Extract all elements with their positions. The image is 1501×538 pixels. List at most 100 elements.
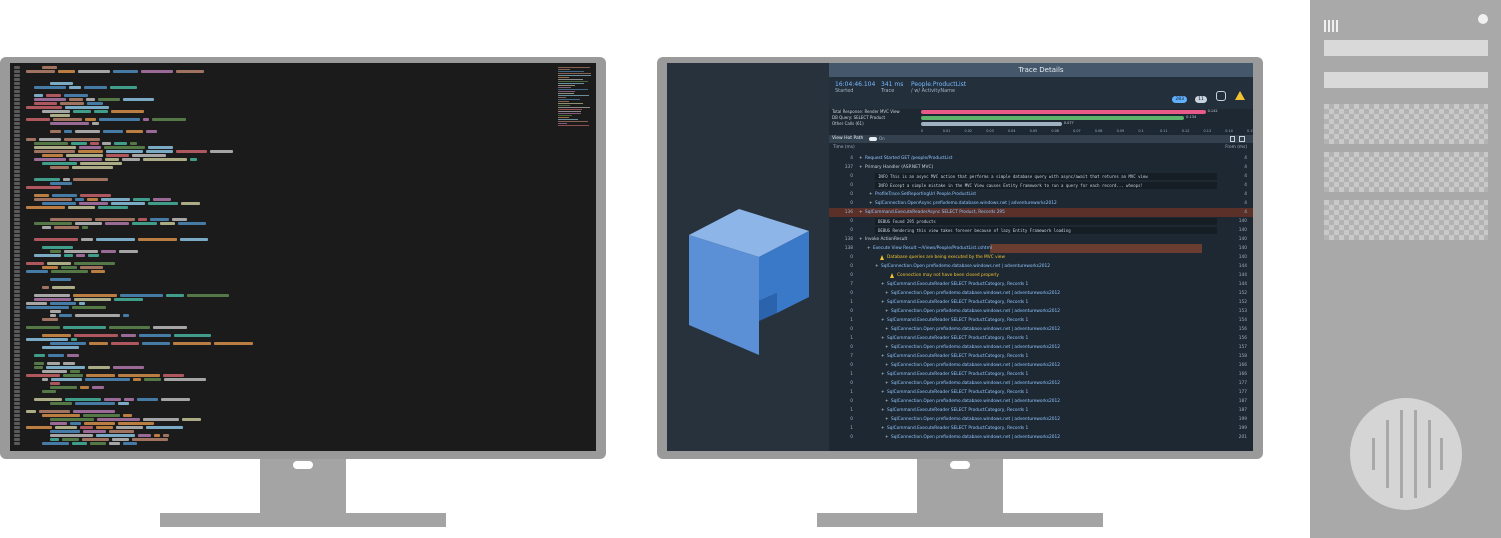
trace-row[interactable]: 1 + SqlCommand.ExecuteReader SELECT Produc…: [829, 388, 1253, 397]
trace-row[interactable]: 1 + SqlCommand.ExecuteReader SELECT Produc…: [829, 334, 1253, 343]
expand-toggle-icon[interactable]: +: [885, 289, 889, 298]
code-editor[interactable]: [14, 66, 554, 448]
minimap-line: [558, 119, 578, 120]
code-line: [14, 198, 554, 201]
trace-row[interactable]: 0 Database queries are being executed by …: [829, 253, 1253, 262]
trace-name[interactable]: People.ProductList: [911, 81, 966, 88]
trace-row[interactable]: 0 Connection may not have been closed pro…: [829, 271, 1253, 280]
expand-toggle-icon[interactable]: +: [867, 244, 871, 253]
trace-row[interactable]: 0 + SqlConnection.Open prefixdemo.database…: [829, 262, 1253, 271]
trace-row-time: 0: [850, 291, 853, 296]
expand-toggle-icon[interactable]: +: [881, 406, 885, 415]
trace-row[interactable]: 0 + SqlConnection.Open prefixdemo.database…: [829, 343, 1253, 352]
expand-toggle-icon[interactable]: +: [885, 379, 889, 388]
expand-icon[interactable]: [1239, 136, 1245, 142]
summary-series-value: 0.142: [1207, 109, 1218, 113]
expand-toggle-icon[interactable]: +: [875, 262, 879, 271]
trace-row[interactable]: 1 + SqlCommand.ExecuteReader SELECT Produc…: [829, 298, 1253, 307]
copy-icon[interactable]: [1230, 136, 1235, 142]
expand-toggle-icon[interactable]: +: [869, 190, 873, 199]
minimap-line: [558, 71, 584, 72]
trace-row-time: 0: [850, 255, 853, 260]
drive-bay-1: [1324, 40, 1488, 56]
trace-row[interactable]: 138 + Invoke ActionResult 140: [829, 235, 1253, 244]
summary-series-row[interactable]: Other Calls (61) 0.077: [829, 121, 1253, 127]
trace-row[interactable]: 136 + SqlCommand.ExecuteReaderAsync SELECT…: [829, 208, 1253, 217]
tower-power-button[interactable]: [1478, 14, 1488, 24]
axis-tick-label: 0.01: [942, 129, 951, 133]
summary-chart: Total Response: Render MVC View 0.142 DB Q…: [829, 109, 1253, 135]
minimap-line: [558, 113, 581, 114]
requests-badge[interactable]: 283: [1172, 96, 1187, 103]
expand-toggle-icon[interactable]: +: [885, 361, 889, 370]
trace-row-time: 0: [850, 192, 853, 197]
expand-toggle-icon[interactable]: +: [859, 154, 863, 163]
hot-path-toggle[interactable]: [869, 137, 877, 141]
expand-toggle-icon[interactable]: +: [881, 298, 885, 307]
expand-toggle-icon[interactable]: +: [881, 352, 885, 361]
left-monitor-power-led: [293, 461, 313, 469]
trace-row-offset: 4: [1244, 174, 1247, 179]
expand-toggle-icon[interactable]: +: [885, 325, 889, 334]
trace-row[interactable]: 1 + SqlCommand.ExecuteReader SELECT Produc…: [829, 406, 1253, 415]
trace-row-text: SqlConnection.Open prefixdemo.database.w…: [891, 309, 1060, 314]
trace-row[interactable]: 0 DEBUG Found 295 products 140: [829, 217, 1253, 226]
expand-toggle-icon[interactable]: +: [885, 343, 889, 352]
trace-row[interactable]: 0 DEBUG Rendering this view takes forever…: [829, 226, 1253, 235]
code-line: [14, 190, 554, 193]
trace-row[interactable]: 0 + SqlConnection.Open prefixdemo.database…: [829, 415, 1253, 424]
expand-toggle-icon[interactable]: +: [881, 370, 885, 379]
expand-toggle-icon[interactable]: +: [881, 334, 885, 343]
right-monitor: Trace Details 16:04:46.104 Started 341 m…: [657, 57, 1263, 459]
minimap-line: [558, 81, 588, 82]
trace-row-offset: 4: [1244, 165, 1247, 170]
trace-row[interactable]: 0 + SqlConnection.Open prefixdemo.database…: [829, 289, 1253, 298]
code-line: [14, 254, 554, 257]
expand-toggle-icon[interactable]: +: [859, 235, 863, 244]
trace-row[interactable]: 1 + SqlCommand.ExecuteReader SELECT Produc…: [829, 424, 1253, 433]
expand-toggle-icon[interactable]: +: [869, 199, 873, 208]
expand-toggle-icon[interactable]: +: [885, 415, 889, 424]
expand-toggle-icon[interactable]: +: [881, 316, 885, 325]
trace-row[interactable]: 7 + SqlCommand.ExecuteReader SELECT Produc…: [829, 352, 1253, 361]
views-badge[interactable]: 11: [1195, 96, 1207, 103]
trace-row[interactable]: 0 + SqlConnection.OpenAsync prefixdemo.dat…: [829, 199, 1253, 208]
trace-row[interactable]: 0 + SqlConnection.Open prefixdemo.database…: [829, 361, 1253, 370]
trace-row[interactable]: 337 + Primary Handler (ASP.NET MVC) 4: [829, 163, 1253, 172]
trace-duration: 341 ms: [881, 81, 904, 88]
code-minimap[interactable]: [558, 67, 592, 127]
trace-row-time: 0: [850, 417, 853, 422]
trace-row[interactable]: 0 INFO Except a simple mistake in the MVC…: [829, 181, 1253, 190]
trace-row[interactable]: 0 + SqlConnection.Open prefixdemo.database…: [829, 397, 1253, 406]
trace-row-time: 1: [850, 426, 853, 431]
trace-row-text: Connection may not have been closed prop…: [897, 273, 999, 278]
trace-row[interactable]: 0 + SqlConnection.Open prefixdemo.database…: [829, 379, 1253, 388]
trace-row[interactable]: 0 + SqlConnection.Open prefixdemo.database…: [829, 307, 1253, 316]
code-line: [14, 130, 554, 133]
trace-row[interactable]: 0 + SqlConnection.Open prefixdemo.database…: [829, 433, 1253, 442]
trace-row[interactable]: 138 + Execute View Result ~/Views/People/P…: [829, 244, 1253, 253]
warning-icon[interactable]: [1235, 91, 1245, 100]
code-line: [14, 294, 554, 297]
trace-row[interactable]: 1 + SqlCommand.ExecuteReader SELECT Produc…: [829, 370, 1253, 379]
expand-toggle-icon[interactable]: +: [881, 280, 885, 289]
trace-row[interactable]: 7 + SqlCommand.ExecuteReader SELECT Produc…: [829, 280, 1253, 289]
left-monitor-base: [160, 513, 446, 527]
expand-toggle-icon[interactable]: +: [881, 388, 885, 397]
trace-row[interactable]: 0 + SqlConnection.Open prefixdemo.database…: [829, 325, 1253, 334]
expand-toggle-icon[interactable]: +: [881, 424, 885, 433]
trace-row[interactable]: 0 + ProfileTrace.SetReportingUrl People.Pr…: [829, 190, 1253, 199]
expand-toggle-icon[interactable]: +: [885, 433, 889, 442]
trace-row[interactable]: 4 + Request Started GET /people/ProductLis…: [829, 154, 1253, 163]
database-icon[interactable]: [1215, 90, 1226, 101]
minimap-line: [558, 121, 588, 122]
expand-toggle-icon[interactable]: +: [859, 163, 863, 172]
trace-row[interactable]: 1 + SqlCommand.ExecuteReader SELECT Produc…: [829, 316, 1253, 325]
expand-toggle-icon[interactable]: +: [885, 397, 889, 406]
expand-toggle-icon[interactable]: +: [885, 307, 889, 316]
minimap-line: [558, 115, 572, 116]
expand-toggle-icon[interactable]: +: [859, 208, 863, 217]
trace-row[interactable]: 0 INFO This is an async MVC action that p…: [829, 172, 1253, 181]
summary-series-value: 0.077: [1063, 121, 1074, 125]
trace-row-offset: 144: [1238, 282, 1247, 287]
